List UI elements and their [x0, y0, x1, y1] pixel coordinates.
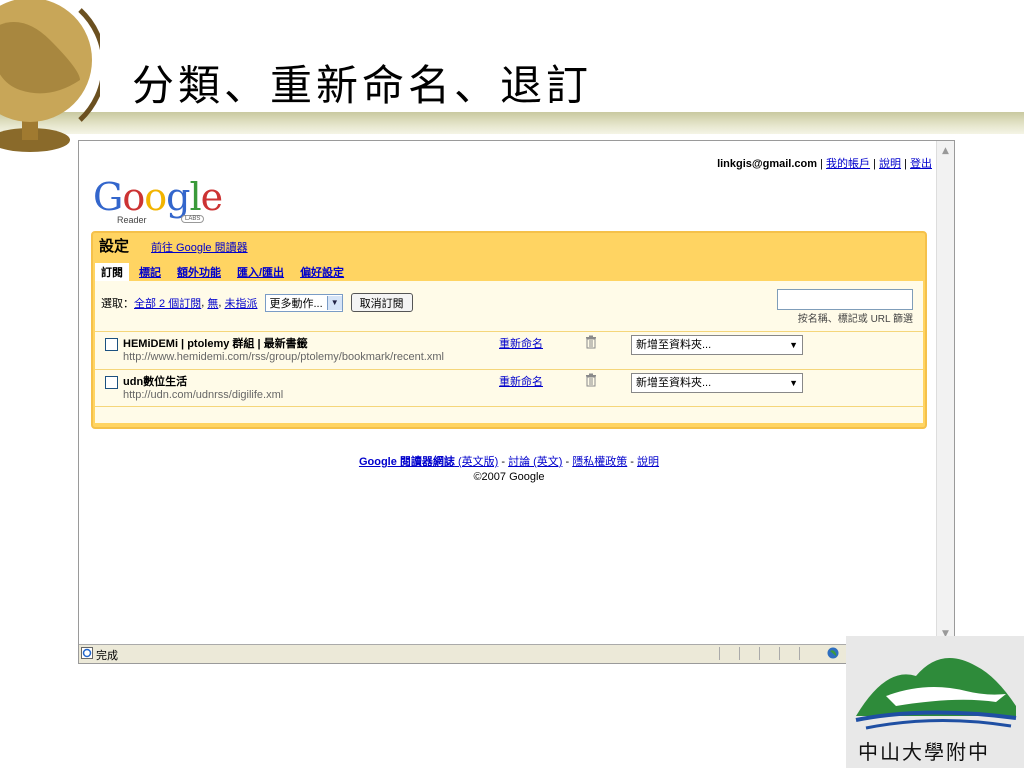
mountain-logo-icon: [855, 658, 1017, 730]
user-email: linkgis@gmail.com: [717, 158, 818, 170]
tab-tags[interactable]: 標記: [133, 263, 167, 281]
slide-title: 分類、重新命名、退訂: [132, 61, 593, 110]
tab-subscriptions[interactable]: 訂閱: [95, 263, 129, 281]
chevron-down-icon: ▼: [326, 295, 342, 310]
sign-out-link[interactable]: 登出: [910, 158, 932, 170]
google-reader-logo[interactable]: Google Reader LABS: [93, 177, 223, 227]
select-none-link[interactable]: 無: [207, 295, 218, 311]
trash-icon[interactable]: [585, 373, 597, 387]
add-to-folder-select[interactable]: 新增至資料夾... ▼: [631, 335, 803, 355]
reader-blog-link[interactable]: Google 閱讀器網誌 (英文版): [359, 456, 498, 468]
vertical-scrollbar[interactable]: ▲ ▼: [936, 141, 954, 645]
school-name: 中山大學附中: [858, 740, 990, 764]
discuss-link[interactable]: 討論 (英文): [508, 456, 562, 468]
slide-header-band: [0, 112, 1024, 134]
subscription-row: HEMiDEMi | ptolemy 群組 | 最新書籤 http://www.…: [95, 331, 923, 368]
status-segment: [779, 647, 798, 660]
select-all-link[interactable]: 全部 2 個訂閱: [134, 295, 201, 311]
settings-panel: 設定 前往 Google 閱讀器 訂閱 標記 額外功能 匯入/匯出 偏好設定 選…: [91, 231, 927, 429]
page-footer: Google 閱讀器網誌 (英文版) - 討論 (英文) - 隱私權政策 - 說…: [79, 453, 939, 483]
settings-title: 設定: [99, 237, 130, 255]
status-segment: [799, 647, 818, 660]
subscription-title: HEMiDEMi | ptolemy 群組 | 最新書籤: [123, 338, 308, 350]
my-account-link[interactable]: 我的帳戶: [826, 158, 870, 170]
status-segment: [759, 647, 778, 660]
scroll-up-arrow-icon[interactable]: ▲: [939, 145, 952, 158]
ie-page-icon: [81, 647, 93, 659]
status-text: 完成: [96, 650, 118, 662]
filter-label: 按名稱、標記或 URL 篩選: [797, 314, 913, 325]
copyright: ©2007 Google: [473, 471, 545, 483]
help-link[interactable]: 說明: [879, 158, 901, 170]
privacy-link[interactable]: 隱私權政策: [572, 456, 627, 468]
globe-icon: [0, 0, 100, 152]
chevron-down-icon: ▼: [789, 340, 798, 350]
chevron-down-icon: ▼: [789, 378, 798, 388]
status-segment: [739, 647, 758, 660]
subscription-checkbox[interactable]: [105, 376, 118, 389]
settings-tabs: 訂閱 標記 額外功能 匯入/匯出 偏好設定: [95, 263, 354, 281]
select-unassigned-link[interactable]: 未指派: [224, 295, 257, 311]
status-bar: 完成: [79, 644, 954, 663]
subscription-url: http://udn.com/udnrss/digilife.xml: [123, 389, 284, 401]
account-bar: linkgis@gmail.com | 我的帳戶 | 說明 | 登出: [717, 158, 932, 170]
subscription-checkbox[interactable]: [105, 338, 118, 351]
logo-labs-badge: LABS: [181, 215, 205, 223]
rename-link[interactable]: 重新命名: [499, 335, 543, 351]
rename-link[interactable]: 重新命名: [499, 373, 543, 389]
subscription-url: http://www.hemidemi.com/rss/group/ptolem…: [123, 351, 444, 363]
tab-preferences[interactable]: 偏好設定: [294, 263, 350, 281]
subscriptions-list-panel: 選取： 全部 2 個訂閱 , 無 , 未指派 更多動作... ▼ 取消訂閱 按名…: [95, 281, 923, 423]
browser-window: ▲ ▼ linkgis@gmail.com | 我的帳戶 | 說明 | 登出 G…: [78, 140, 955, 664]
logo-reader-label: Reader: [117, 215, 147, 225]
subscription-title: udn數位生活: [123, 376, 188, 388]
filter-input[interactable]: [777, 289, 913, 310]
goto-reader-link[interactable]: 前往 Google 閱讀器: [151, 239, 248, 255]
tab-goodies[interactable]: 額外功能: [171, 263, 227, 281]
tab-import-export[interactable]: 匯入/匯出: [231, 263, 290, 281]
add-to-folder-select[interactable]: 新增至資料夾... ▼: [631, 373, 803, 393]
subscription-row: udn數位生活 http://udn.com/udnrss/digilife.x…: [95, 369, 923, 407]
status-segment: [719, 647, 738, 660]
footer-help-link[interactable]: 說明: [637, 456, 659, 468]
unsubscribe-button[interactable]: 取消訂閱: [350, 293, 413, 312]
select-label: 選取：: [101, 297, 134, 310]
school-logo: 中山大學附中: [846, 636, 1024, 768]
more-actions-select[interactable]: 更多動作... ▼: [265, 293, 343, 312]
trash-icon[interactable]: [585, 335, 597, 349]
internet-zone-icon: [827, 647, 839, 659]
selection-toolbar: 選取： 全部 2 個訂閱 , 無 , 未指派 更多動作... ▼ 取消訂閱: [101, 293, 413, 312]
